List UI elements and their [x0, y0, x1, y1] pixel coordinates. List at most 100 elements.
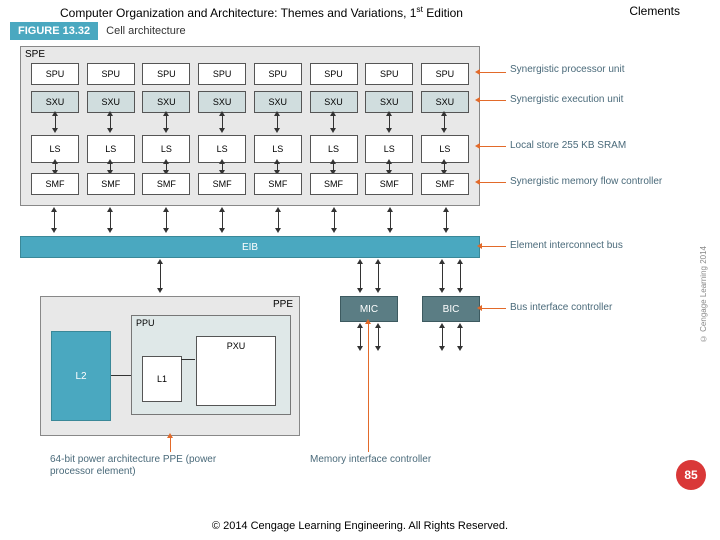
pxu-box: PXU [196, 336, 276, 406]
sxu-box: SXU [365, 91, 413, 113]
double-arrow-icon [166, 211, 167, 229]
spu-box: SPU [31, 63, 79, 85]
double-arrow-icon [55, 115, 56, 129]
leader-line [480, 100, 506, 101]
label-ls: Local store 255 KB SRAM [510, 140, 626, 152]
double-arrow-icon [222, 115, 223, 129]
smf-box: SMF [421, 173, 469, 195]
connector [111, 375, 131, 376]
label-ppe: 64-bit power architecture PPE (power pro… [50, 454, 250, 478]
figure-label: FIGURE 13.32 Cell architecture [10, 22, 710, 40]
double-arrow-icon [444, 163, 445, 171]
ls-row: LS LS LS LS LS LS LS LS [31, 135, 469, 163]
sxu-box: SXU [421, 91, 469, 113]
double-arrow-icon [446, 211, 447, 229]
label-mic: Memory interface controller [310, 454, 450, 466]
double-arrow-icon [390, 211, 391, 229]
double-arrow-icon [54, 211, 55, 229]
book-title: Computer Organization and Architecture: … [60, 4, 463, 20]
double-arrow-icon [389, 163, 390, 171]
ppe-container: PPE L2 PPU L1 PXU [40, 296, 300, 436]
diagram: SPE SPU SPU SPU SPU SPU SPU SPU SPU SXU … [10, 46, 710, 466]
double-arrow-icon [333, 163, 334, 171]
sxu-box: SXU [310, 91, 358, 113]
double-arrow-icon [277, 115, 278, 129]
sxu-box: SXU [31, 91, 79, 113]
arrow-row [31, 115, 469, 129]
smf-box: SMF [142, 173, 190, 195]
ppu-box: PPU L1 PXU [131, 315, 291, 415]
double-arrow-icon [442, 327, 443, 347]
smf-box: SMF [31, 173, 79, 195]
figure-number: FIGURE 13.32 [10, 22, 98, 40]
arrow-row [30, 211, 470, 229]
double-arrow-icon [110, 211, 111, 229]
label-eib: Element interconnect bus [510, 240, 623, 252]
arrow-row [31, 163, 469, 173]
double-arrow-icon [278, 211, 279, 229]
double-arrow-icon [55, 163, 56, 171]
sxu-box: SXU [87, 91, 135, 113]
label-sxu: Synergistic execution unit [510, 94, 623, 106]
smf-box: SMF [87, 173, 135, 195]
ppu-label: PPU [136, 318, 155, 328]
double-arrow-icon [110, 163, 111, 171]
double-arrow-icon [334, 211, 335, 229]
sxu-box: SXU [198, 91, 246, 113]
sxu-box: SXU [142, 91, 190, 113]
double-arrow-icon [110, 115, 111, 129]
spu-box: SPU [142, 63, 190, 85]
spu-box: SPU [87, 63, 135, 85]
spu-row: SPU SPU SPU SPU SPU SPU SPU SPU [31, 63, 469, 85]
double-arrow-icon [378, 327, 379, 347]
double-arrow-icon [444, 115, 445, 129]
double-arrow-icon [360, 263, 361, 289]
sxu-row: SXU SXU SXU SXU SXU SXU SXU SXU [31, 91, 469, 113]
label-bic: Bus interface controller [510, 302, 612, 314]
leader-line [482, 308, 506, 309]
spu-box: SPU [254, 63, 302, 85]
leader-line [482, 246, 506, 247]
double-arrow-icon [222, 211, 223, 229]
spe-label: SPE [25, 49, 45, 60]
double-arrow-icon [333, 115, 334, 129]
smf-row: SMF SMF SMF SMF SMF SMF SMF SMF [31, 173, 469, 195]
bic-box: BIC [422, 296, 480, 322]
leader-line [480, 72, 506, 73]
ppe-label: PPE [273, 299, 293, 310]
spu-box: SPU [198, 63, 246, 85]
double-arrow-icon [277, 163, 278, 171]
page-number-badge: 85 [676, 460, 706, 490]
smf-box: SMF [310, 173, 358, 195]
spu-box: SPU [365, 63, 413, 85]
double-arrow-icon [389, 115, 390, 129]
leader-line [170, 438, 171, 452]
figure-area: FIGURE 13.32 Cell architecture SPE SPU S… [0, 22, 720, 466]
eib-bus: EIB [20, 236, 480, 258]
smf-box: SMF [198, 173, 246, 195]
connector [181, 359, 195, 360]
smf-box: SMF [365, 173, 413, 195]
sxu-box: SXU [254, 91, 302, 113]
leader-line [480, 146, 506, 147]
footer-copyright: © 2014 Cengage Learning Engineering. All… [0, 520, 720, 532]
double-arrow-icon [222, 163, 223, 171]
spu-box: SPU [310, 63, 358, 85]
spe-container: SPE SPU SPU SPU SPU SPU SPU SPU SPU SXU … [20, 46, 480, 206]
l1-box: L1 [142, 356, 182, 402]
header: Computer Organization and Architecture: … [0, 0, 720, 22]
double-arrow-icon [166, 163, 167, 171]
leader-line [368, 324, 369, 452]
spu-box: SPU [421, 63, 469, 85]
double-arrow-icon [442, 263, 443, 289]
author: Clements [629, 4, 680, 20]
figure-title: Cell architecture [98, 25, 185, 37]
label-smf: Synergistic memory flow controller [510, 176, 662, 188]
side-copyright: © Cengage Learning 2014 [699, 246, 708, 343]
smf-box: SMF [254, 173, 302, 195]
double-arrow-icon [166, 115, 167, 129]
double-arrow-icon [460, 327, 461, 347]
label-spu: Synergistic processor unit [510, 64, 625, 76]
double-arrow-icon [378, 263, 379, 289]
leader-line [480, 182, 506, 183]
